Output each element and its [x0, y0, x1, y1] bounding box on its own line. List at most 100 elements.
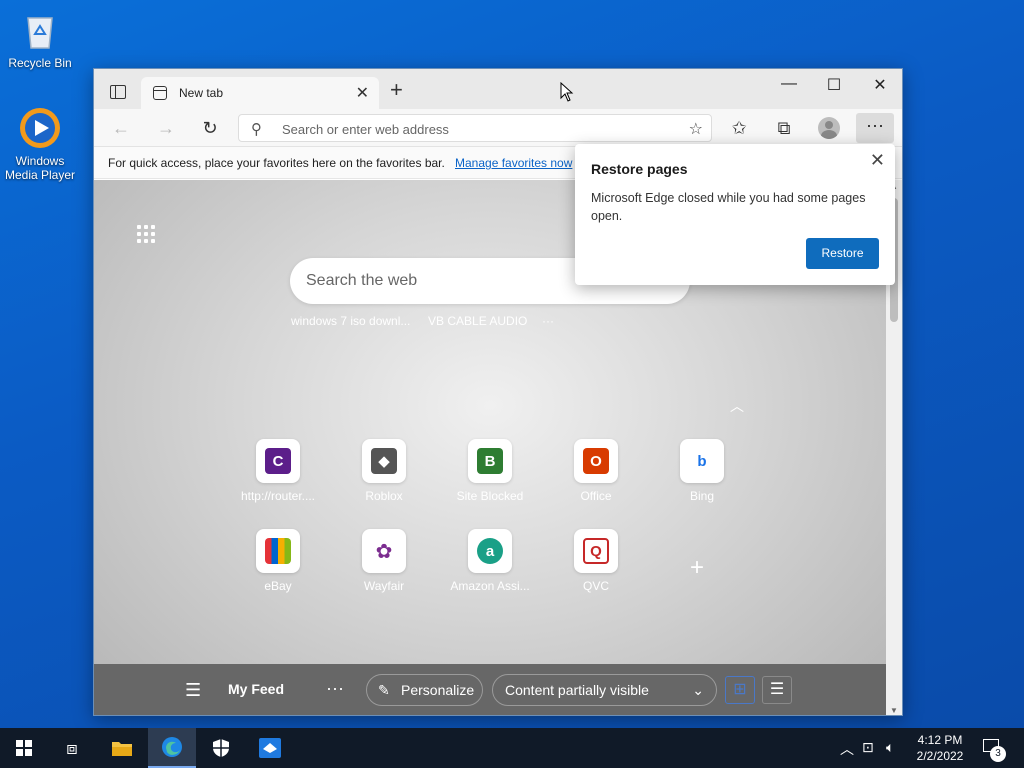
app-window-icon: [259, 738, 281, 758]
taskbar: ⧈ ︿ ⊡ 🔈︎ 4:12 PM 2/2/2022 3: [0, 728, 1024, 768]
desktop-icon-media-player[interactable]: Windows Media Player: [0, 106, 80, 182]
feed-bar: ☰ My Feed ··· ✎ Personalize Content part…: [94, 664, 886, 715]
desktop-icon-label: Windows Media Player: [4, 154, 76, 182]
show-hidden-icons-icon[interactable]: ︿: [840, 739, 854, 759]
add-site-button[interactable]: +: [690, 554, 704, 582]
minimize-button[interactable]: —: [774, 75, 804, 93]
collections-icon[interactable]: ⧉: [772, 118, 796, 138]
quick-link-tile[interactable]: O Office: [548, 439, 644, 503]
close-icon[interactable]: ✕: [870, 150, 885, 171]
tab-actions-icon[interactable]: [110, 85, 126, 99]
quick-link-tile[interactable]: eBay: [230, 529, 326, 593]
add-favorite-icon[interactable]: ☆: [689, 119, 703, 139]
manage-favorites-link[interactable]: Manage favorites now: [455, 156, 572, 170]
tile-label: Site Blocked: [456, 489, 524, 503]
desktop-icon-recycle-bin[interactable]: Recycle Bin: [0, 8, 80, 70]
tile-label: Wayfair: [363, 579, 405, 593]
feed-more-button[interactable]: ···: [326, 678, 344, 699]
grid-layout-icon[interactable]: ⊞: [725, 676, 755, 704]
quick-link-tile[interactable]: a Amazon Assi...: [442, 529, 538, 593]
refresh-icon[interactable]: ↻: [198, 118, 222, 138]
chevron-down-icon: ⌄: [692, 682, 704, 698]
tile-label: Bing: [689, 489, 715, 503]
bing-icon: b: [689, 448, 715, 474]
maximize-button[interactable]: ☐: [819, 75, 849, 95]
clock-date: 2/2/2022: [916, 749, 964, 763]
site-blocked-icon: B: [477, 448, 503, 474]
favorites-icon[interactable]: ✩: [727, 118, 751, 138]
search-icon: ⚲: [251, 121, 262, 138]
quick-link-tile[interactable]: C http://router....: [230, 439, 326, 503]
list-layout-icon[interactable]: ☰: [762, 676, 792, 704]
desktop-icon-label: Recycle Bin: [8, 56, 72, 70]
router-icon: C: [265, 448, 291, 474]
mouse-cursor-icon: [560, 82, 574, 102]
web-search-placeholder: Search the web: [306, 272, 418, 289]
recent-search-more[interactable]: ···: [542, 314, 554, 328]
network-icon[interactable]: ⊡: [862, 739, 874, 756]
close-window-button[interactable]: ✕: [865, 75, 895, 95]
settings-more-button[interactable]: ···: [856, 113, 894, 143]
new-tab-button[interactable]: +: [390, 77, 403, 103]
content-visibility-label: Content partially visible: [505, 682, 649, 698]
quick-link-tile[interactable]: B Site Blocked: [442, 439, 538, 503]
hamburger-menu-icon[interactable]: ☰: [185, 680, 201, 701]
tile-label: eBay: [264, 579, 292, 593]
restore-button[interactable]: Restore: [806, 238, 879, 269]
clock-time: 4:12 PM: [917, 733, 963, 747]
task-view-icon: ⧈: [66, 737, 78, 758]
personalize-label: Personalize: [401, 682, 475, 698]
volume-icon[interactable]: 🔈︎: [886, 739, 894, 756]
tab-close-icon[interactable]: ✕: [356, 83, 369, 103]
popup-message: Microsoft Edge closed while you had some…: [591, 191, 866, 223]
favorites-bar-message: For quick access, place your favorites h…: [108, 156, 445, 170]
pencil-icon: ✎: [378, 682, 390, 698]
roblox-icon: ◆: [371, 448, 397, 474]
action-center-button[interactable]: 3: [982, 738, 1006, 762]
quick-link-tile[interactable]: Q QVC: [548, 529, 644, 593]
address-placeholder: Search or enter web address: [282, 122, 449, 137]
folder-icon: [112, 742, 132, 756]
edge-taskbar-button[interactable]: [148, 728, 196, 768]
windows-logo-icon: [16, 740, 32, 756]
address-bar[interactable]: ⚲ Search or enter web address ☆: [238, 114, 712, 142]
shield-icon: [213, 739, 229, 757]
recent-search-item[interactable]: windows 7 iso downl...: [291, 314, 410, 328]
amazon-assistant-icon: a: [477, 538, 503, 564]
recycle-bin-icon: [18, 8, 62, 52]
edge-icon: [162, 737, 182, 757]
ebay-icon: [265, 538, 291, 564]
tile-label: Amazon Assi...: [450, 579, 530, 593]
tile-label: http://router....: [240, 489, 316, 503]
quick-link-tile[interactable]: ✿ Wayfair: [336, 529, 432, 593]
back-arrow-icon[interactable]: ←: [109, 118, 133, 138]
media-player-icon: [18, 106, 62, 150]
app-launcher-icon[interactable]: [137, 225, 155, 243]
tile-label: Roblox: [365, 489, 403, 503]
my-feed-label[interactable]: My Feed: [228, 681, 284, 697]
new-tab-favicon-icon: [153, 86, 167, 100]
collapse-chevron-icon[interactable]: ︿: [730, 396, 744, 416]
notification-count-badge: 3: [990, 746, 1006, 762]
forward-arrow-icon[interactable]: →: [154, 118, 178, 138]
tab-title: New tab: [179, 86, 224, 100]
profile-avatar[interactable]: [818, 117, 840, 139]
start-button[interactable]: [0, 728, 48, 768]
qvc-icon: Q: [583, 538, 609, 564]
content-visibility-dropdown[interactable]: Content partially visible ⌄: [492, 674, 717, 706]
tile-label: Office: [580, 489, 612, 503]
recent-search-item[interactable]: VB CABLE AUDIO: [428, 314, 527, 328]
task-view-button[interactable]: ⧈: [48, 728, 96, 768]
taskbar-clock[interactable]: 4:12 PM 2/2/2022: [908, 732, 972, 764]
security-button[interactable]: [197, 728, 245, 768]
quick-link-tile[interactable]: ◆ Roblox: [336, 439, 432, 503]
popup-title: Restore pages: [591, 161, 688, 177]
tab-new-tab[interactable]: New tab ✕: [141, 77, 379, 109]
toolbar: ← → ↻ ⚲ Search or enter web address ☆ ✩ …: [94, 109, 902, 147]
scroll-down-arrow-icon[interactable]: ▼: [890, 706, 898, 715]
personalize-button[interactable]: ✎ Personalize: [366, 674, 483, 706]
app-taskbar-button[interactable]: [246, 728, 294, 768]
wayfair-icon: ✿: [371, 538, 397, 564]
quick-link-tile[interactable]: b Bing: [654, 439, 750, 503]
file-explorer-button[interactable]: [98, 728, 146, 768]
